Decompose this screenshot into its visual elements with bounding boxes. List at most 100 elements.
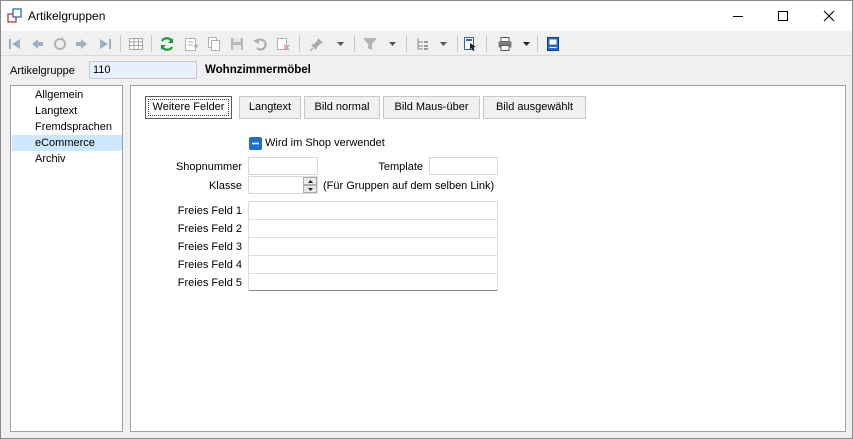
- undo-icon: [253, 38, 267, 51]
- maximize-button[interactable]: [760, 1, 806, 31]
- nav-item-ecommerce[interactable]: eCommerce: [12, 135, 122, 151]
- book-icon: [547, 37, 559, 51]
- tab-label: Bild normal: [314, 101, 370, 113]
- export-icon: [464, 37, 476, 51]
- copy-record-button[interactable]: [204, 34, 224, 54]
- freies-feld-5-label: Freies Feld 5: [177, 277, 242, 289]
- nav-item-allgemein[interactable]: Allgemein: [12, 87, 122, 103]
- print-button[interactable]: [495, 34, 515, 54]
- toolbar-separator: [299, 35, 300, 52]
- freies-feld-1-label: Freies Feld 1: [177, 205, 242, 217]
- nav-item-archiv[interactable]: Archiv: [12, 151, 122, 167]
- artikelgruppe-input[interactable]: 110: [89, 61, 197, 79]
- refresh-icon: [160, 37, 174, 51]
- nav-item-langtext[interactable]: Langtext: [12, 103, 122, 119]
- toolbar-separator: [457, 35, 458, 52]
- delete-icon: [277, 38, 290, 51]
- next-record-icon: [76, 39, 87, 49]
- minimize-button[interactable]: [715, 1, 761, 31]
- tree-dropdown[interactable]: [438, 34, 448, 54]
- save-button[interactable]: [227, 34, 247, 54]
- book-button[interactable]: [543, 34, 563, 54]
- klasse-label: Klasse: [208, 180, 242, 192]
- chevron-down-icon: [336, 42, 344, 46]
- freies-feld-4-input[interactable]: [248, 255, 498, 273]
- undo-button[interactable]: [250, 34, 270, 54]
- tab-bild-normal[interactable]: Bild normal: [304, 96, 380, 119]
- filter-icon: [363, 38, 377, 50]
- klasse-hint: (Für Gruppen auf dem selben Link): [323, 180, 495, 192]
- first-record-icon: [9, 39, 20, 49]
- close-button[interactable]: [806, 1, 852, 31]
- first-record-button[interactable]: [5, 34, 25, 54]
- toolbar-separator: [120, 35, 121, 52]
- next-record-button[interactable]: [72, 34, 92, 54]
- window: Artikelgruppen Artikelgruppe 110 Wohnzim…: [0, 0, 853, 439]
- minimize-icon: [732, 15, 743, 17]
- freies-feld-2-input[interactable]: [248, 219, 498, 237]
- pin-icon: [309, 38, 323, 52]
- last-record-icon: [100, 39, 111, 49]
- template-input[interactable]: [429, 157, 498, 175]
- go-to-icon: [54, 37, 66, 50]
- toolbar-separator: [537, 35, 538, 52]
- refresh-button[interactable]: [157, 34, 177, 54]
- toolbar-separator: [486, 35, 487, 52]
- toolbar-separator: [151, 35, 152, 52]
- freies-feld-5-input[interactable]: [248, 273, 498, 291]
- tree-button[interactable]: [412, 34, 432, 54]
- nav-item-fremdsprachen[interactable]: Fremdsprachen: [12, 119, 122, 135]
- freies-feld-3-input[interactable]: [248, 237, 498, 255]
- previous-record-button[interactable]: [27, 34, 47, 54]
- tab-langtext[interactable]: Langtext: [239, 96, 301, 119]
- save-icon: [231, 38, 243, 50]
- new-record-button[interactable]: [181, 34, 201, 54]
- tree-icon: [417, 38, 428, 50]
- artikelgruppe-name: Wohnzimmermöbel: [205, 64, 311, 76]
- arrow-up-icon: [307, 179, 313, 183]
- chevron-down-icon: [522, 42, 530, 46]
- freies-feld-4-label: Freies Feld 4: [177, 259, 242, 271]
- tab-label: Langtext: [248, 101, 292, 113]
- print-dropdown[interactable]: [521, 34, 531, 54]
- tab-focus-indicator: [148, 99, 229, 116]
- export-button[interactable]: [460, 34, 480, 54]
- copy-record-icon: [208, 37, 220, 51]
- window-title: Artikelgruppen: [28, 9, 106, 23]
- shop-checkbox-label: Wird im Shop verwendet: [265, 137, 385, 149]
- klasse-spin-up[interactable]: [303, 177, 317, 185]
- artikelgruppe-label: Artikelgruppe: [10, 65, 75, 77]
- maximize-icon: [777, 10, 788, 21]
- toolbar-separator: [354, 35, 355, 52]
- shop-checkbox[interactable]: [249, 137, 262, 150]
- go-to-button[interactable]: [50, 34, 70, 54]
- app-icon: [7, 8, 23, 24]
- delete-button[interactable]: [273, 34, 293, 54]
- filter-button[interactable]: [360, 34, 380, 54]
- shopnummer-input[interactable]: [248, 157, 318, 175]
- tab-bild-ausgewaehlt[interactable]: Bild ausgewählt: [483, 96, 586, 119]
- arrow-down-icon: [307, 187, 313, 191]
- klasse-spin-down[interactable]: [303, 185, 317, 193]
- chevron-down-icon: [388, 42, 396, 46]
- tab-weitere-felder[interactable]: Weitere Felder: [145, 96, 232, 119]
- toolbar-separator: [406, 35, 407, 52]
- table-view-icon: [129, 38, 143, 50]
- filter-dropdown[interactable]: [387, 34, 397, 54]
- tab-label: Bild Maus-über: [394, 101, 469, 113]
- template-label: Template: [378, 161, 423, 173]
- tab-bild-maus-ueber[interactable]: Bild Maus-über: [383, 96, 480, 119]
- checkbox-mark-icon: [252, 142, 259, 145]
- pin-dropdown[interactable]: [335, 34, 345, 54]
- content-panel: Weitere Felder Langtext Bild normal Bild…: [130, 85, 846, 432]
- title-bar: Artikelgruppen: [1, 1, 852, 31]
- pin-button[interactable]: [307, 34, 327, 54]
- toolbar: [1, 31, 852, 56]
- table-view-button[interactable]: [126, 34, 146, 54]
- tab-label: Bild ausgewählt: [495, 101, 574, 113]
- freies-feld-3-label: Freies Feld 3: [177, 241, 242, 253]
- print-icon: [498, 37, 512, 51]
- freies-feld-1-input[interactable]: [248, 201, 498, 219]
- previous-record-icon: [32, 39, 43, 49]
- last-record-button[interactable]: [95, 34, 115, 54]
